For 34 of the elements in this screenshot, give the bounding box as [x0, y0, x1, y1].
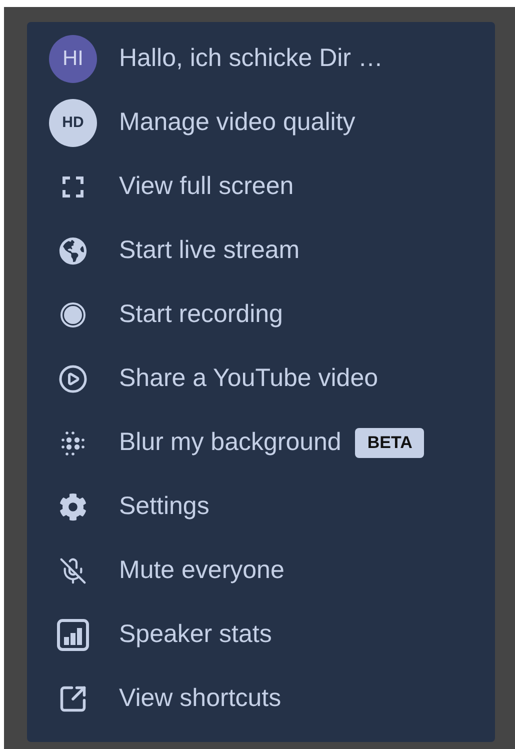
beta-badge: BETA — [355, 428, 424, 458]
bar-chart-icon — [57, 619, 89, 651]
menu-item[interactable]: HI Hallo, ich schicke Dir … — [27, 27, 495, 91]
menu-item-label: Speaker stats — [119, 619, 272, 650]
menu-item-label: View full screen — [119, 171, 294, 202]
menu-item[interactable]: Speaker stats — [27, 603, 495, 667]
menu-item[interactable]: HD Manage video quality — [27, 91, 495, 155]
menu-item[interactable]: Settings — [27, 475, 495, 539]
settings-icon — [59, 493, 87, 521]
menu-item[interactable]: View full screen — [27, 155, 495, 219]
menu-item[interactable]: View shortcuts — [27, 667, 495, 731]
menu-item[interactable]: Start live stream — [27, 219, 495, 283]
muted-microphone-icon — [59, 557, 87, 585]
globe-icon — [59, 237, 87, 265]
fullscreen-icon — [62, 176, 84, 198]
blur-dots-icon — [60, 430, 86, 456]
menu-item[interactable]: Start recording — [27, 283, 495, 347]
menu-item-label: Start recording — [119, 299, 283, 330]
menu-item-label: Blur my background — [119, 427, 342, 458]
menu-item-label: Hallo, ich schicke Dir … — [119, 43, 383, 74]
hd-icon: HD — [49, 99, 97, 147]
menu-item[interactable]: Mute everyone — [27, 539, 495, 603]
menu-item-label: Share a YouTube video — [119, 363, 378, 394]
menu-item-label: Start live stream — [119, 235, 300, 266]
menu-item-label: Manage video quality — [119, 107, 356, 138]
play-icon — [58, 364, 88, 394]
record-icon — [60, 302, 86, 328]
avatar: HI — [49, 35, 97, 83]
menu-item-label: View shortcuts — [119, 683, 282, 714]
menu-item[interactable]: Share a YouTube video — [27, 347, 495, 411]
menu-item-label: Settings — [119, 491, 210, 522]
menu-item[interactable]: Blur my background BETA — [27, 411, 495, 475]
external-link-icon — [58, 684, 88, 714]
menu-item-label: Mute everyone — [119, 555, 284, 586]
